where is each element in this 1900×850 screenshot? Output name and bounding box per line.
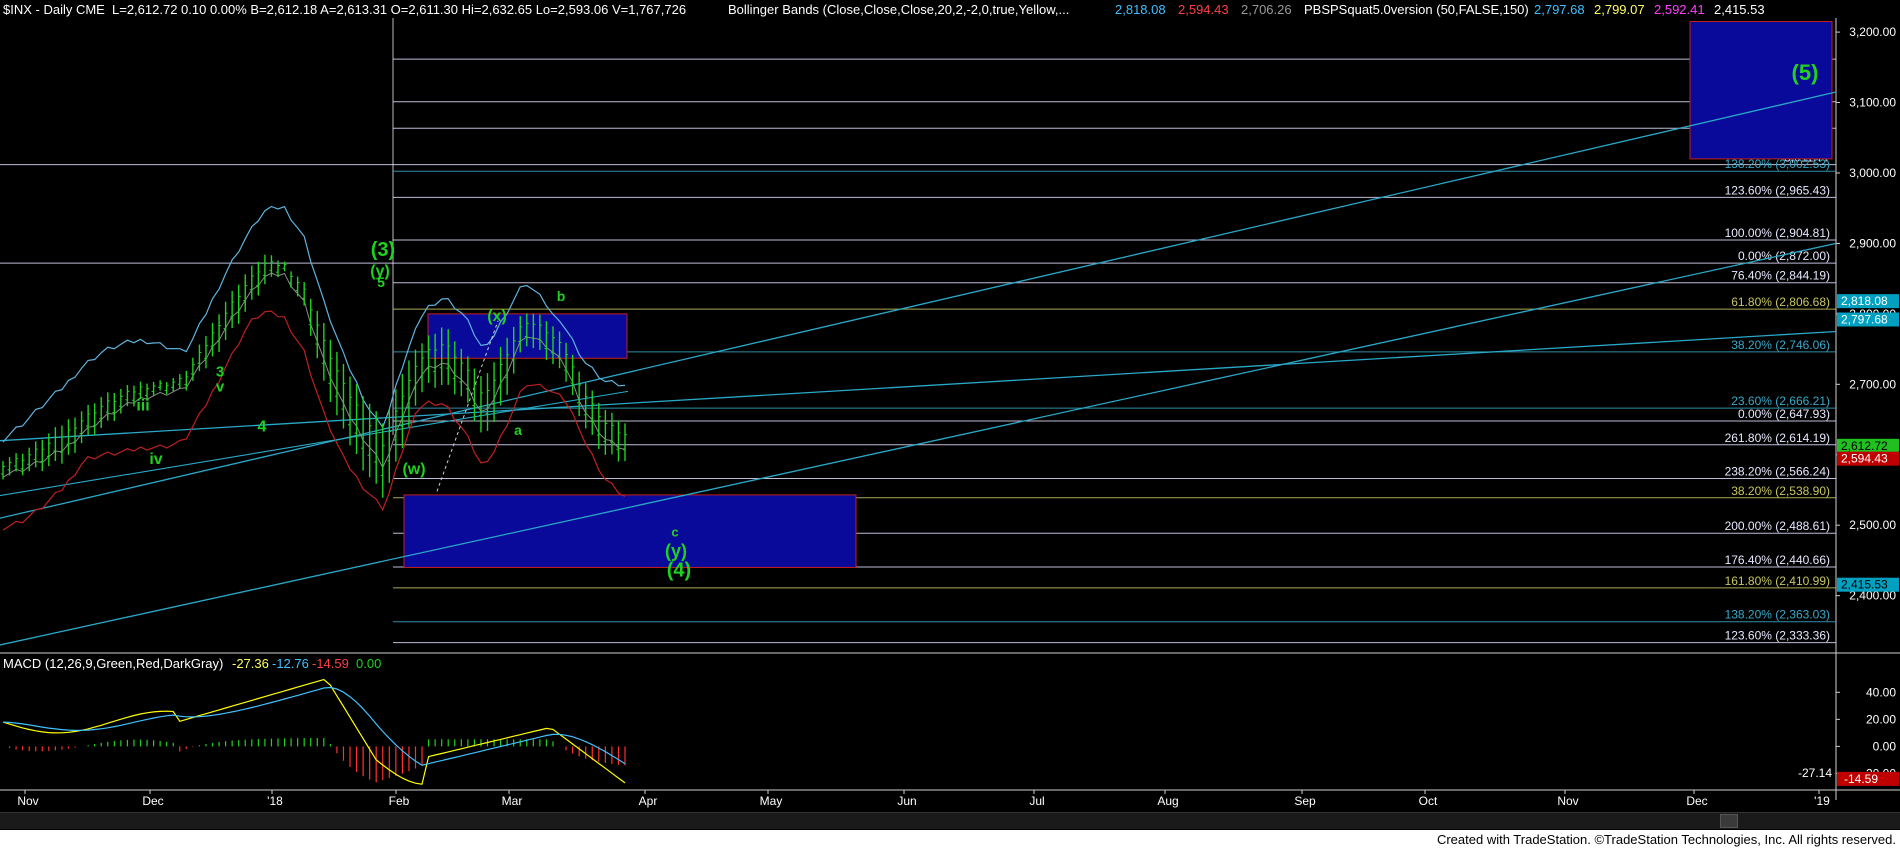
macd-tick-label: 0.00 [1873,739,1897,753]
wave-label: b [557,288,566,304]
horizontal-scrollbar[interactable] [0,812,1900,829]
fib-label: 61.80% (2,806.68) [1731,295,1830,309]
ohlc-label: L=2,612.72 0.10 0.00% B=2,612.18 A=2,613… [112,2,686,17]
fib-label: 38.20% (2,538.90) [1731,484,1830,498]
pbs-label: PBSPSquat5.0version (50,FALSE,150) [1304,2,1529,17]
price-tag-label: 2,797.68 [1841,313,1888,327]
wave-label: iv [149,451,162,468]
pbs-value-1: 2,797.68 [1534,2,1585,17]
price-chart: 200.00% (3,161.68)176.40% (3,101.06)161.… [0,0,1900,812]
wave-label: (3) [371,239,395,261]
time-tick-label: Dec [142,794,163,808]
wave-label: (w) [402,461,425,478]
time-tick-label: Jul [1029,794,1044,808]
macd-label: MACD (12,26,9,Green,Red,DarkGray) [3,656,223,671]
time-tick-label: '18 [267,794,283,808]
footer-bar: Created with TradeStation. ©TradeStation… [0,830,1900,850]
target-box-4 [403,494,857,568]
time-tick-label: Mar [502,794,523,808]
bb-upper-value: 2,818.08 [1115,2,1166,17]
wave-label: iii [136,397,149,414]
price-tick-label: 2,500.00 [1849,518,1896,532]
price-tick-label: 3,000.00 [1849,166,1896,180]
time-tick-label: Nov [17,794,38,808]
price-tick-label: 3,100.00 [1849,96,1896,110]
wave-label: (y) [665,541,687,561]
fib-label: 161.80% (2,410.99) [1725,574,1830,588]
pbs-value-2: 2,799.07 [1594,2,1645,17]
target-box-5 [1689,21,1833,160]
wave-label: v [216,378,225,395]
time-tick-label: Jun [897,794,916,808]
time-tick-label: Apr [639,794,658,808]
fib-label: 176.40% (2,440.66) [1725,553,1830,567]
macd-value-4: 0.00 [356,656,381,671]
macd-last-value: -27.14 [1798,766,1832,780]
price-tick-label: 2,900.00 [1849,236,1896,250]
fib-label: 261.80% (2,614.19) [1725,431,1830,445]
price-tick-label: 2,700.00 [1849,377,1896,391]
fib-label: 200.00% (2,488.61) [1725,519,1830,533]
macd-value-1: -27.36 [232,656,269,671]
fib-label: 76.40% (2,844.19) [1731,269,1830,283]
time-tick-label: Sep [1294,794,1316,808]
bb-mid-value: 2,706.26 [1241,2,1292,17]
pbs-value-3: 2,592.41 [1654,2,1705,17]
scrollbar-thumb[interactable] [1720,814,1738,828]
fib-label: 0.00% (2,647.93) [1738,407,1830,421]
price-tag-label: 2,818.08 [1841,294,1888,308]
fib-label: 123.60% (2,965.43) [1725,183,1830,197]
wave-label: (x) [487,308,507,325]
price-tag-label: 2,415.53 [1841,578,1888,592]
macd-tick-label: 40.00 [1866,685,1896,699]
fib-label: 238.20% (2,566.24) [1725,465,1830,479]
wave-label: (4) [667,560,691,582]
symbol-label: $INX - Daily CME [3,2,105,17]
macd-tick-label: 20.00 [1866,712,1896,726]
wave-label: 5 [377,274,385,290]
bb-lower-value: 2,594.43 [1178,2,1229,17]
time-tick-label: Nov [1557,794,1578,808]
time-tick-label: Dec [1686,794,1707,808]
time-tick-label: May [760,794,783,808]
bollinger-label: Bollinger Bands (Close,Close,Close,20,2,… [728,2,1069,17]
wave-label: a [514,422,522,438]
macd-tag-label: -14.59 [1844,772,1878,786]
wave-label: c [671,524,678,539]
price-tag-label: 2,594.43 [1841,452,1888,466]
time-tick-label: '19 [1814,794,1830,808]
fib-label: 138.20% (2,363.03) [1725,608,1830,622]
fib-label: 0.00% (2,872.00) [1738,249,1830,263]
fib-label: 123.60% (2,333.36) [1725,629,1830,643]
target-box-x [427,313,628,359]
macd-value-3: -14.59 [312,656,349,671]
fib-label: 38.20% (2,746.06) [1731,338,1830,352]
time-tick-label: Oct [1419,794,1438,808]
time-tick-label: Aug [1157,794,1178,808]
pbs-value-4: 2,415.53 [1714,2,1765,17]
macd-value-2: -12.76 [272,656,309,671]
fib-label: 100.00% (2,904.81) [1725,226,1830,240]
wave-label: (5) [1792,60,1819,85]
time-tick-label: Feb [389,794,410,808]
price-tick-label: 3,200.00 [1849,25,1896,39]
copyright-text: Created with TradeStation. ©TradeStation… [1436,832,1896,847]
wave-label: 4 [258,419,267,436]
